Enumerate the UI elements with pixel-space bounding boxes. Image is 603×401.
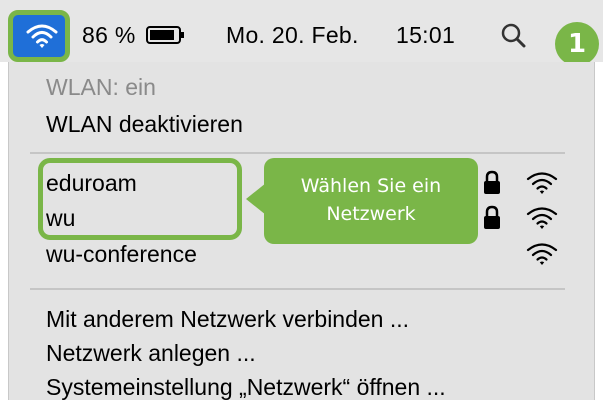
menu-separator xyxy=(30,288,565,290)
wlan-toggle-item[interactable]: WLAN deaktivieren xyxy=(46,111,243,138)
wifi-signal-icon xyxy=(526,243,558,265)
create-network-item[interactable]: Netzwerk anlegen ... xyxy=(46,340,256,367)
join-other-network-item[interactable]: Mit anderem Netzwerk verbinden ... xyxy=(46,306,409,333)
lock-icon xyxy=(484,170,500,194)
wifi-menu-button[interactable] xyxy=(8,10,70,62)
network-highlight-box xyxy=(38,158,242,240)
menu-bar: 86 % Mo. 20. Feb. 15:01 xyxy=(0,0,603,62)
battery-icon[interactable] xyxy=(146,25,186,45)
wifi-signal-icon xyxy=(526,172,558,194)
search-icon[interactable] xyxy=(500,22,526,48)
instruction-callout: Wählen Sie ein Netzwerk xyxy=(264,158,478,244)
battery-percent: 86 % xyxy=(82,22,136,48)
menubar-date[interactable]: Mo. 20. Feb. xyxy=(226,22,359,49)
callout-line-2: Netzwerk xyxy=(326,203,416,225)
callout-arrow xyxy=(246,183,266,215)
wifi-icon xyxy=(26,24,58,48)
wlan-status: WLAN: ein xyxy=(46,74,156,100)
open-network-preferences-item[interactable]: Systemeinstellung „Netzwerk“ öffnen ... xyxy=(46,374,446,401)
network-item-wu-conference[interactable]: wu-conference xyxy=(46,241,197,268)
callout-line-1: Wählen Sie ein xyxy=(300,175,442,197)
menubar-time[interactable]: 15:01 xyxy=(396,22,455,49)
menu-separator xyxy=(30,152,565,154)
step-badge: 1 xyxy=(555,22,599,66)
lock-icon xyxy=(484,205,500,229)
wifi-signal-icon xyxy=(526,207,558,229)
